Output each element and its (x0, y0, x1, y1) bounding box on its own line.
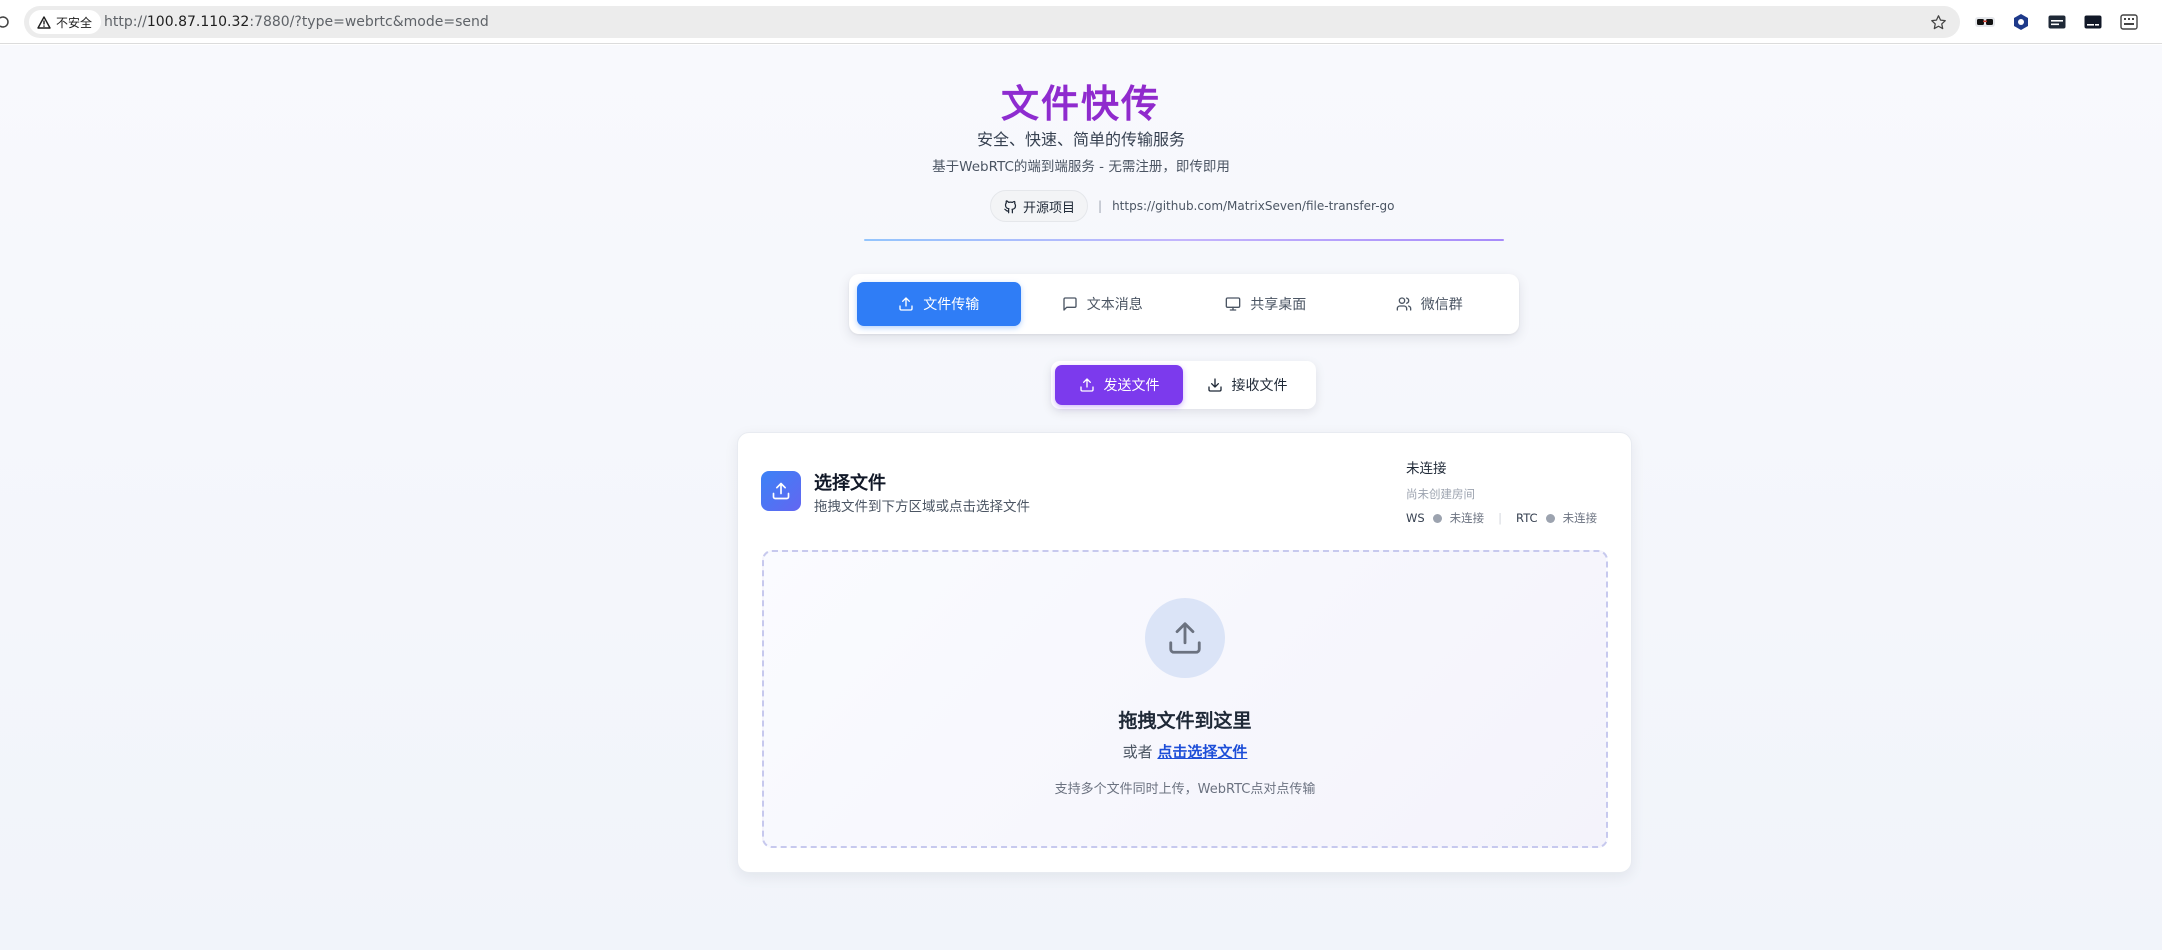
mode-toggle: 发送文件 接收文件 (1051, 361, 1316, 409)
tab-label: 文本消息 (1086, 297, 1143, 313)
page-subtitle: 安全、快速、简单的传输服务 (976, 130, 1185, 149)
header-divider (864, 239, 1504, 241)
monitor-icon (1225, 296, 1241, 312)
warning-icon (37, 15, 51, 29)
download-icon (1207, 377, 1223, 393)
tab-share-desktop[interactable]: 共享桌面 (1184, 282, 1348, 326)
url-text[interactable]: http://100.87.110.32:7880/?type=webrtc&m… (104, 6, 489, 38)
message-icon (1062, 296, 1078, 312)
tab-label: 共享桌面 (1250, 297, 1307, 313)
send-file-label: 发送文件 (1103, 378, 1160, 394)
tab-wechat-group[interactable]: 微信群 (1348, 282, 1512, 326)
main-tab-bar: 文件传输 文本消息 共享桌面 微信群 (849, 274, 1519, 334)
security-label: 不安全 (56, 15, 93, 30)
room-status: 尚未创建房间 (1406, 487, 1475, 501)
dropzone-title: 拖拽文件到这里 (1118, 710, 1252, 732)
file-select-card: 选择文件 拖拽文件到下方区域或点击选择文件 未连接 尚未创建房间 WS 未连接 … (737, 432, 1632, 873)
page-body: 文件快传 安全、快速、简单的传输服务 基于WebRTC的端到端服务 - 无需注册… (0, 45, 2162, 952)
extension-toolbar (1974, 11, 2140, 33)
security-indicator[interactable]: 不安全 (29, 10, 102, 34)
url-scheme: http:// (104, 14, 147, 30)
url-path: :7880/?type=webrtc&mode=send (249, 14, 489, 30)
tab-label: 微信群 (1420, 297, 1463, 313)
rtc-status-dot (1545, 513, 1555, 523)
page-title: 文件快传 (0, 73, 2162, 128)
ws-label: WS (1406, 511, 1425, 525)
upload-icon (898, 296, 914, 312)
open-source-label: 开源项目 (1023, 200, 1076, 216)
receive-file-label: 接收文件 (1231, 378, 1288, 394)
repo-url-link[interactable]: https://github.com/MatrixSeven/file-tran… (1112, 199, 1394, 213)
rtc-status: 未连接 (1562, 511, 1598, 525)
ws-status-dot (1432, 513, 1442, 523)
channel-status-row: WS 未连接 | RTC 未连接 (1406, 510, 1616, 526)
tab-text-message[interactable]: 文本消息 (1021, 282, 1185, 326)
rtc-label: RTC (1516, 511, 1538, 525)
file-dropzone[interactable]: 拖拽文件到这里 或者 点击选择文件 支持多个文件同时上传，WebRTC点对点传输 (762, 550, 1608, 848)
page-description: 基于WebRTC的端到端服务 - 无需注册，即传即用 (932, 159, 1230, 175)
extension-card-icon[interactable] (2046, 11, 2068, 33)
send-file-button[interactable]: 发送文件 (1055, 365, 1183, 405)
upload-icon (761, 471, 801, 511)
upload-icon (1145, 598, 1225, 678)
ws-status: 未连接 (1449, 511, 1485, 525)
users-icon (1396, 296, 1412, 312)
reload-icon[interactable] (0, 12, 10, 32)
dropzone-or-text: 或者 (1122, 743, 1153, 761)
github-icon (1003, 199, 1018, 214)
upload-icon (1079, 377, 1095, 393)
repo-separator: | (1098, 199, 1103, 213)
card-description: 拖拽文件到下方区域或点击选择文件 (814, 499, 1030, 515)
dropzone-hint: 支持多个文件同时上传，WebRTC点对点传输 (1054, 782, 1316, 797)
repo-row: 开源项目 | https://github.com/MatrixSeven/fi… (990, 190, 1394, 222)
connection-status-title: 未连接 (1406, 461, 1447, 477)
tab-file-transfer[interactable]: 文件传输 (857, 282, 1021, 326)
dropzone-or-line: 或者 点击选择文件 (764, 741, 1606, 762)
select-file-link[interactable]: 点击选择文件 (1157, 743, 1247, 761)
address-bar[interactable]: 不安全 http://100.87.110.32:7880/?type=webr… (24, 6, 1960, 38)
extension-grid-icon[interactable] (2118, 11, 2140, 33)
connection-status: 未连接 尚未创建房间 WS 未连接 | RTC 未连接 (1406, 457, 1616, 526)
url-host: 100.87.110.32 (146, 14, 250, 30)
status-separator: | (1498, 511, 1503, 525)
tab-label: 文件传输 (923, 297, 980, 313)
extension-hexagon-icon[interactable] (2010, 11, 2032, 33)
browser-toolbar: 不安全 http://100.87.110.32:7880/?type=webr… (0, 0, 2162, 44)
extension-terminal-icon[interactable] (2082, 11, 2104, 33)
bookmark-star-icon[interactable] (1928, 12, 1948, 32)
card-title: 选择文件 (814, 473, 886, 494)
open-source-button[interactable]: 开源项目 (990, 190, 1089, 222)
receive-file-button[interactable]: 接收文件 (1183, 365, 1311, 405)
extension-glasses-icon[interactable] (1974, 11, 1996, 33)
